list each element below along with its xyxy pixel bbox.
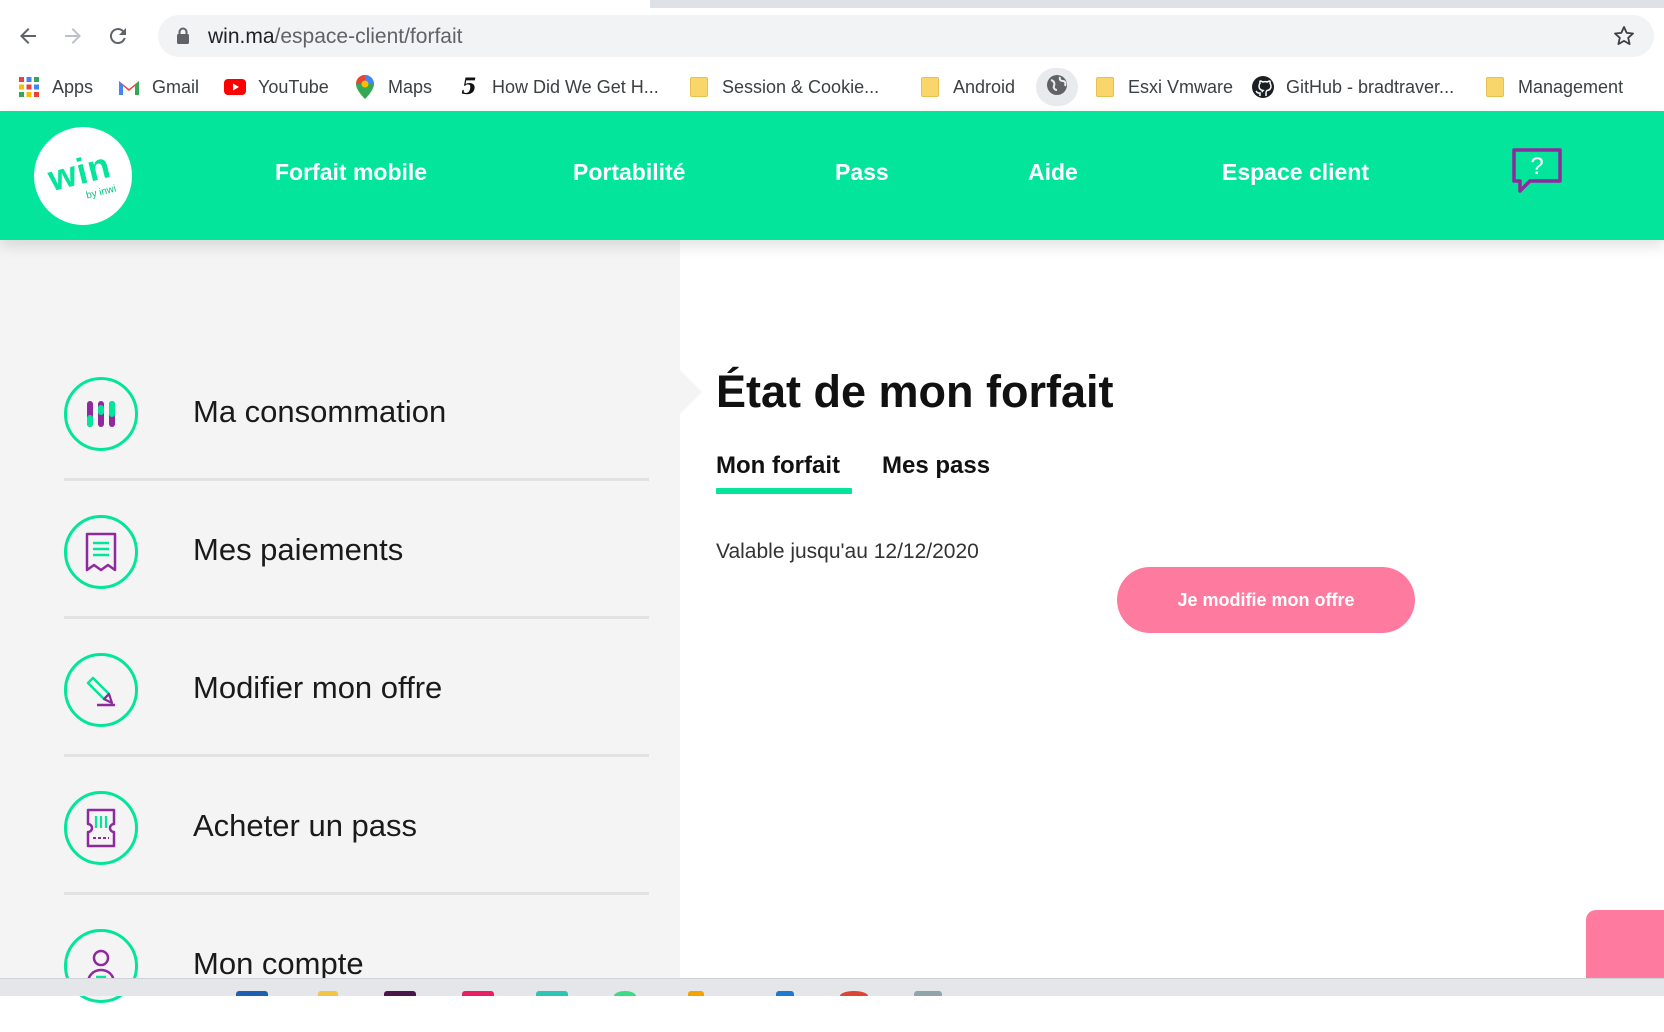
validity-text: Valable jusqu'au 12/12/2020 [716, 540, 979, 563]
consumption-bars-icon [64, 377, 138, 451]
sidebar-item-label: Acheter un pass [193, 808, 418, 843]
nav-forfait-mobile[interactable]: Forfait mobile [275, 159, 427, 186]
active-tab-edge [0, 0, 650, 8]
nav-pass[interactable]: Pass [835, 159, 889, 186]
taskbar-app-icon[interactable] [236, 991, 268, 996]
reload-icon[interactable] [102, 20, 134, 52]
lock-icon [176, 27, 190, 49]
sidebar-item-mon-compte[interactable]: Mon compte [64, 894, 649, 1032]
sidebar-item-label: Mon compte [193, 946, 364, 981]
site-header: win by inwi Forfait mobile Portabilité P… [0, 111, 1664, 240]
globe-icon [1046, 74, 1068, 101]
taskbar-app-icon[interactable] [462, 991, 494, 996]
sidebar-item-label: Modifier mon offre [193, 670, 443, 705]
folder-icon [1484, 76, 1506, 98]
bookmark-label: GitHub - bradtraver... [1286, 76, 1455, 97]
bookmark-apps[interactable]: Apps [18, 72, 93, 102]
floating-chat-widget[interactable] [1586, 910, 1664, 978]
taskbar-app-icon[interactable] [688, 991, 704, 996]
taskbar-app-icon[interactable] [776, 991, 794, 996]
active-section-pointer [680, 370, 702, 414]
folder-icon [688, 76, 710, 98]
bookmark-management[interactable]: Management [1484, 72, 1623, 102]
os-taskbar [0, 978, 1664, 996]
page-title: État de mon forfait [716, 366, 1114, 417]
bookmark-label: Apps [52, 76, 94, 97]
apps-grid-icon [18, 76, 40, 98]
bookmark-android[interactable]: Android [919, 72, 1015, 102]
maps-pin-icon [354, 75, 376, 99]
address-bar[interactable]: win.ma/espace-client/forfait [158, 15, 1654, 57]
bookmark-label: Session & Cookie... [722, 76, 880, 97]
nav-aide[interactable]: Aide [1028, 159, 1078, 186]
taskbar-app-icon[interactable] [914, 991, 942, 996]
taskbar-app-icon[interactable] [536, 991, 568, 996]
bookmark-maps[interactable]: Maps [354, 72, 432, 102]
account-sidebar: Ma consommation Mes paiements Modifier m… [0, 240, 680, 1003]
sidebar-item-consommation[interactable]: Ma consommation [64, 342, 649, 481]
tab-mon-forfait[interactable]: Mon forfait [716, 452, 840, 480]
bookmark-star-icon[interactable] [1612, 24, 1636, 52]
help-chat-icon[interactable]: ? [1510, 147, 1564, 201]
sidebar-item-label: Mes paiements [193, 532, 404, 567]
bookmark-esxi[interactable]: Esxi Vmware [1094, 72, 1233, 102]
bookmark-session-cookie[interactable]: Session & Cookie... [688, 72, 879, 102]
active-tab-indicator [716, 488, 852, 494]
bookmark-label: Esxi Vmware [1128, 76, 1234, 97]
taskbar-app-icon[interactable] [384, 991, 416, 996]
browser-toolbar: win.ma/espace-client/forfait [0, 8, 1664, 64]
bookmark-label: How Did We Get H... [492, 76, 659, 97]
bookmark-github[interactable]: GitHub - bradtraver... [1252, 72, 1454, 102]
bookmark-youtube[interactable]: YouTube [224, 72, 329, 102]
sidebar-item-label: Ma consommation [193, 394, 447, 429]
folder-icon [919, 76, 941, 98]
folder-icon [1094, 76, 1116, 98]
url-text: win.ma/espace-client/forfait [208, 25, 463, 48]
bookmark-gmail[interactable]: Gmail [118, 72, 199, 102]
forward-arrow-icon[interactable] [57, 20, 89, 52]
sidebar-item-modifier-offre[interactable]: Modifier mon offre [64, 618, 649, 757]
github-icon [1252, 76, 1274, 98]
youtube-icon [224, 76, 246, 98]
taskbar-app-icon[interactable] [318, 991, 338, 996]
gmail-icon [118, 76, 140, 98]
receipt-icon [64, 515, 138, 589]
modify-offer-button[interactable]: Je modifie mon offre [1117, 567, 1415, 633]
five-icon: 5 [461, 74, 477, 100]
help-question-mark: ? [1530, 153, 1543, 180]
browser-tab-strip [0, 0, 1664, 8]
sidebar-item-acheter-pass[interactable]: Acheter un pass [64, 756, 649, 895]
bookmark-globe[interactable] [1036, 68, 1078, 106]
tab-mes-pass[interactable]: Mes pass [882, 452, 990, 480]
taskbar-app-icon[interactable] [614, 991, 636, 996]
win-logo[interactable]: win by inwi [34, 127, 132, 225]
pencil-edit-icon [64, 653, 138, 727]
nav-portabilite[interactable]: Portabilité [573, 159, 685, 186]
bookmark-label: Maps [388, 76, 433, 97]
bookmark-label: Android [953, 76, 1016, 97]
bookmark-label: Gmail [152, 76, 200, 97]
back-arrow-icon[interactable] [12, 20, 44, 52]
nav-espace-client[interactable]: Espace client [1222, 159, 1369, 186]
bookmarks-bar: Apps Gmail YouTube Maps 5 How Did We Get … [0, 64, 1664, 110]
taskbar-app-icon[interactable] [840, 991, 868, 996]
ticket-icon [64, 791, 138, 865]
bookmark-how-did-we-get[interactable]: 5 How Did We Get H... [458, 72, 659, 102]
bookmark-label: Management [1518, 76, 1624, 97]
sidebar-item-paiements[interactable]: Mes paiements [64, 480, 649, 619]
bookmark-label: YouTube [258, 76, 329, 97]
